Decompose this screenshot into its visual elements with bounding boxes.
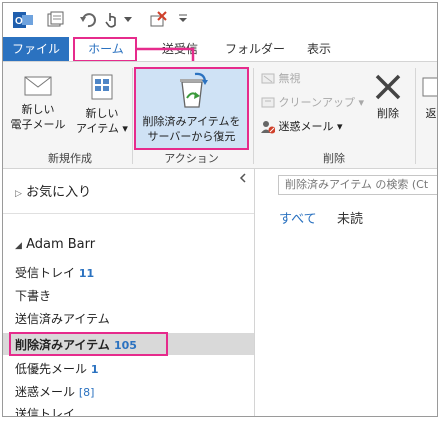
tab-view[interactable]: 表示 [299,37,339,61]
svg-text:O: O [15,16,23,27]
chevron-down-icon[interactable] [124,16,132,24]
ignore-icon [261,73,275,84]
new-email-label-1: 新しい [21,103,55,116]
folder-name: 下書き [15,289,52,303]
junk-button[interactable]: 迷惑メール ▾ [261,118,343,136]
collapse-pane-icon[interactable] [239,173,247,183]
touch-mode-icon[interactable] [103,11,121,29]
unread-count: 1 [90,363,99,376]
reply-icon [422,77,437,97]
folder-item-sent[interactable]: 送信済みアイテム [15,310,110,327]
customize-qat-icon[interactable] [179,13,187,23]
new-items-icon [91,74,113,100]
delete-all-icon[interactable] [149,11,167,29]
search-input[interactable]: 削除済みアイテム の検索 (Ct [278,175,437,195]
account-header[interactable]: ◢ Adam Barr [15,237,95,252]
divider [3,213,254,214]
delete-x-icon [375,74,401,100]
new-group-label: 新規作成 [48,152,92,165]
quick-access-toolbar: O [3,3,437,37]
new-email-button[interactable]: 新しい 電子メール [7,74,69,132]
group-separator [132,68,133,164]
folder-name: 送信トレイ [15,407,76,417]
account-name: Adam Barr [26,237,96,252]
new-items-button[interactable]: 新しい アイテム ▾ [71,74,133,136]
envelope-icon [24,76,52,96]
recover-deleted-items-button[interactable]: 削除済みアイテムを サーバーから復元 [136,72,247,144]
reply-button-partial[interactable]: 返 [421,72,437,121]
folder-item-clutter[interactable]: 低優先メール 1 [15,360,99,377]
collapse-triangle-icon: ◢ [15,241,22,251]
item-count: [8] [78,386,95,399]
tab-folder[interactable]: フォルダー [219,37,291,61]
folder-name: 低優先メール [15,362,88,376]
recycle-bin-icon [179,72,208,108]
folder-item-junk[interactable]: 迷惑メール [8] [15,383,94,400]
new-items-label-1: 新しい [85,107,119,120]
folder-item-drafts[interactable]: 下書き [15,287,51,304]
ignore-button[interactable]: 無視 [261,70,301,88]
expand-triangle-icon: ▷ [15,189,22,199]
filter-unread[interactable]: 未読 [337,208,363,227]
folder-name: 受信トレイ [15,266,76,280]
folder-item-outbox[interactable]: 送信トレイ [15,405,76,417]
undo-icon[interactable] [79,11,97,29]
cleanup-icon [261,97,275,108]
group-separator [415,68,416,164]
group-separator [253,68,254,164]
folder-pane: ▷ お気に入り ◢ Adam Barr 受信トレイ 11 下書き 送信済みアイテ… [3,169,255,417]
ignore-label: 無視 [278,72,301,85]
delete-label: 削除 [377,107,399,120]
action-group-label: アクション [164,152,219,165]
new-email-label-2: 電子メール [10,118,66,131]
home-tab-highlight [73,37,137,62]
favorites-label: お気に入り [26,185,92,200]
send-receive-icon[interactable] [46,11,64,29]
unread-count: 11 [78,267,95,280]
deleted-items-highlight [9,332,168,356]
recover-label-2: サーバーから復元 [147,130,236,143]
tab-file[interactable]: ファイル [3,37,69,61]
favorites-header[interactable]: ▷ お気に入り [15,181,91,200]
junk-label: 迷惑メール ▾ [278,120,343,133]
cleanup-button[interactable]: クリーンアップ ▾ [261,94,364,112]
folder-item-inbox[interactable]: 受信トレイ 11 [15,264,94,281]
outlook-logo-icon: O [13,12,33,28]
delete-button[interactable]: 削除 [365,72,411,121]
folder-name: 送信済みアイテム [15,312,110,326]
recover-label-1: 削除済みアイテムを [142,115,241,128]
ribbon: 新しい 電子メール 新しい アイテム ▾ 新規作成 削除済みアイテムを サーバー… [3,61,437,169]
cleanup-label: クリーンアップ ▾ [278,96,364,109]
new-items-label-2: アイテム ▾ [76,122,128,135]
delete-group-label: 削除 [323,152,345,165]
junk-mail-icon [261,121,276,134]
filter-all[interactable]: すべて [279,208,317,227]
ribbon-tabs: ファイル ホーム 送受信 フォルダー 表示 [3,37,437,61]
folder-name: 迷惑メール [15,385,76,399]
reply-label-partial: 返 [425,107,437,120]
outlook-window: O ファイル ホーム 送受信 フォルダー 表示 新しい 電子メール 新しい アイ… [2,2,438,417]
